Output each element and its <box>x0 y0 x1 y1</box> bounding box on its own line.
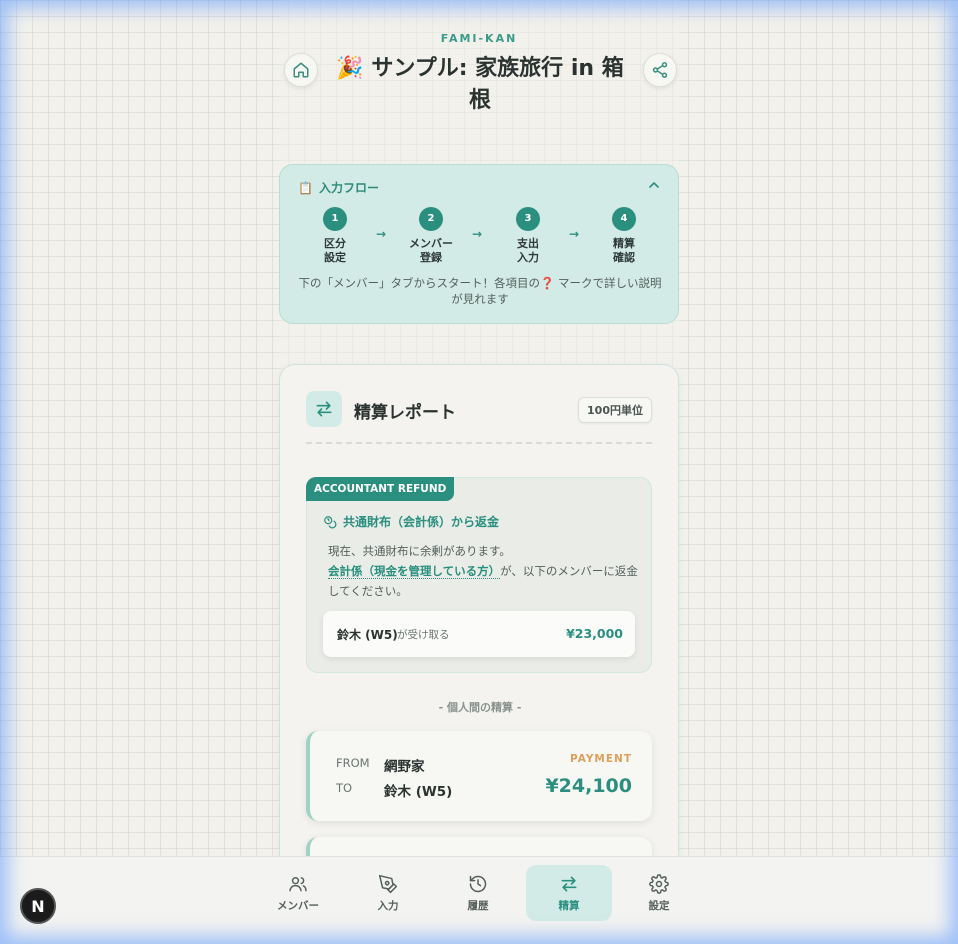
step-number: 1 <box>323 207 347 231</box>
step-arrow: → <box>376 227 387 241</box>
refund-tag: ACCOUNTANT REFUND <box>306 477 455 501</box>
payment-amount: ¥24,100 <box>545 775 632 797</box>
refund-heading: 共通財布（会計係）から返金 <box>323 513 499 530</box>
nav-item-settlement[interactable]: 精算 <box>526 865 612 921</box>
users-icon <box>289 877 307 892</box>
chevron-up-icon[interactable] <box>646 177 662 193</box>
refund-receiver-row: 鈴木 (W5) が受け取る ¥23,000 <box>323 611 635 657</box>
nav-label: 設定 <box>648 900 670 912</box>
party-emoji: 🎉 <box>336 56 364 81</box>
transfer-icon <box>316 401 332 417</box>
input-flow-panel: 📋 入力フロー 1 区分 設定 → 2 メンバー 登録 → 3 支出 入力 → … <box>279 164 679 324</box>
nav-item-input[interactable]: 入力 <box>345 865 431 921</box>
receive-label: が受け取る <box>397 629 450 641</box>
gear-icon <box>649 874 669 894</box>
dashed-divider <box>306 442 652 444</box>
step-label: メンバー 登録 <box>409 237 453 264</box>
accountant-refund-box: ACCOUNTANT REFUND 共通財布（会計係）から返金 現在、共通財布に… <box>306 477 652 673</box>
report-title: 精算レポート <box>354 403 456 423</box>
individual-settlement-divider: - 個人間の精算 - <box>438 701 522 714</box>
coins-icon <box>324 515 337 528</box>
bottom-nav: メンバー 入力 履歴 精算 設定 <box>0 856 958 944</box>
flow-step: 3 支出 入力 <box>498 207 558 265</box>
step-label: 区分 設定 <box>324 237 346 264</box>
refund-description: 現在、共通財布に余剰があります。 会計係（現金を管理している方）が、以下のメンバ… <box>328 541 638 601</box>
to-label: TO <box>336 781 353 795</box>
from-value: 網野家 <box>384 759 425 775</box>
refund-amount: ¥23,000 <box>566 626 623 641</box>
flow-step: 2 メンバー 登録 <box>401 207 461 265</box>
page-title: 🎉 サンプル: 家族旅行 in 箱根 <box>330 53 630 117</box>
payment-card: FROM 網野家 TO 鈴木 (W5) PAYMENT ¥24,100 <box>306 731 652 821</box>
step-number: 3 <box>516 207 540 231</box>
home-icon <box>293 62 309 78</box>
step-label: 支出 入力 <box>517 237 539 264</box>
brand-label: FAMI-KAN <box>440 32 518 45</box>
from-label: FROM <box>336 756 370 770</box>
to-value: 鈴木 (W5) <box>384 784 453 800</box>
flow-steps: 1 区分 設定 → 2 メンバー 登録 → 3 支出 入力 → 4 精算 確認 <box>280 207 680 267</box>
home-button[interactable] <box>284 53 318 87</box>
nav-label: 入力 <box>377 900 399 912</box>
clipboard-icon: 📋 <box>298 180 313 195</box>
step-label: 精算 確認 <box>613 237 635 264</box>
unit-badge: 100円単位 <box>578 397 652 423</box>
step-number: 2 <box>419 207 443 231</box>
dev-tools-badge[interactable]: N <box>20 888 56 924</box>
step-arrow: → <box>472 227 483 241</box>
receiver-name: 鈴木 (W5) <box>337 628 398 642</box>
step-number: 4 <box>612 207 636 231</box>
refund-heading-text: 共通財布（会計係）から返金 <box>343 515 500 529</box>
nav-label: 履歴 <box>467 900 489 912</box>
share-icon <box>652 62 668 78</box>
transfer-icon <box>561 876 577 892</box>
nav-label: 精算 <box>558 900 580 912</box>
flow-heading-text: 入力フロー <box>318 181 379 195</box>
page-title-text: サンプル: 家族旅行 in 箱根 <box>371 56 624 113</box>
accountant-link[interactable]: 会計係（現金を管理している方） <box>328 564 501 579</box>
step-arrow: → <box>569 227 580 241</box>
flow-step: 1 区分 設定 <box>305 207 365 265</box>
flow-note: 下の「メンバー」タブからスタート！各項目の❓ マークで詳しい説明が見れます <box>298 276 662 306</box>
history-icon <box>469 875 487 893</box>
payment-tag: PAYMENT <box>569 753 632 765</box>
pen-icon <box>378 874 398 894</box>
nav-item-history[interactable]: 履歴 <box>435 865 521 921</box>
refund-line1: 現在、共通財布に余剰があります。 <box>328 544 511 558</box>
share-button[interactable] <box>643 53 677 87</box>
flow-step: 4 精算 確認 <box>594 207 654 265</box>
nav-item-settings[interactable]: 設定 <box>616 865 702 921</box>
flow-heading: 📋 入力フロー <box>298 179 379 196</box>
report-icon-box <box>306 391 342 427</box>
nav-label: メンバー <box>277 900 319 912</box>
nav-item-members[interactable]: メンバー <box>255 865 341 921</box>
